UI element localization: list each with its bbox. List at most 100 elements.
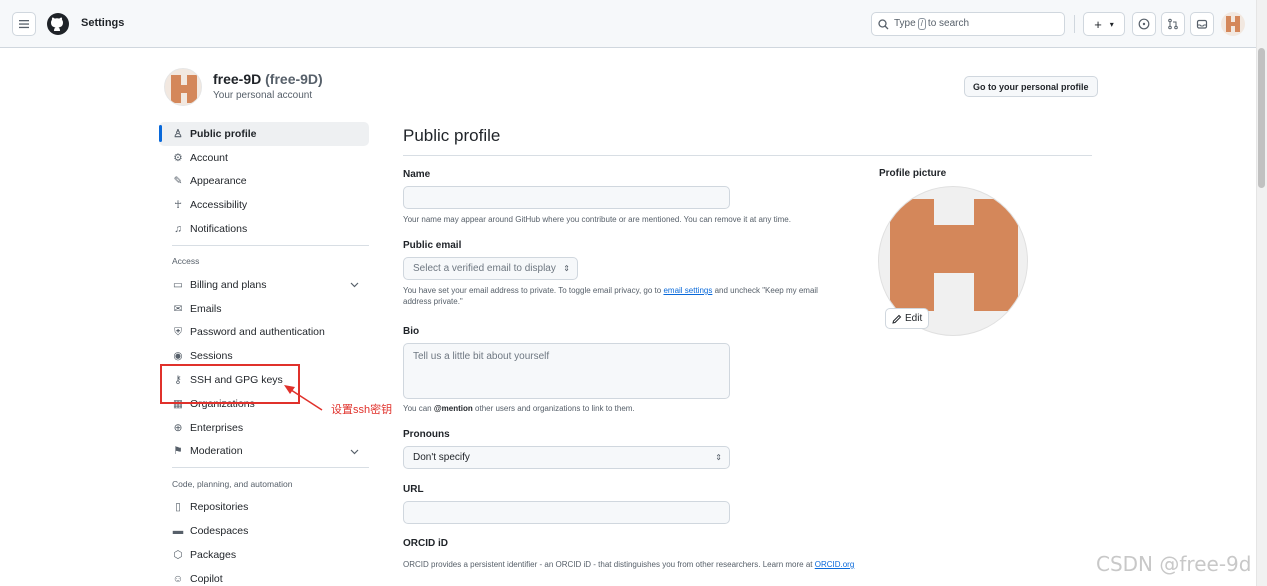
sidebar-item-label: Enterprises [190,421,244,434]
sidebar-item-password-and-authentication[interactable]: ⛨ Password and authentication [159,321,369,345]
annotation-arrow-icon [284,385,323,411]
annotation-text: 设置ssh密钥 [331,404,393,416]
email-settings-link[interactable]: email settings [663,286,712,295]
bio-note-part2: other users and organizations to link to… [475,404,635,413]
section-title: Public profile [403,126,501,145]
sidebar-item-label: Emails [190,302,222,315]
sidebar-divider [172,467,369,469]
bio-help-text: You can @mention other users and organiz… [403,403,733,414]
sidebar-item-label: Accessibility [190,199,248,212]
chevron-down-icon: ▾ [1109,19,1114,29]
select-caret-icon: ⇕ [563,264,570,273]
sidebar-item-label: Repositories [190,501,249,514]
sidebar-item-packages[interactable]: ⬡ Packages [159,543,369,567]
repo-icon: ▯ [175,501,181,514]
sidebar-item-label: Sessions [190,350,233,363]
sidebar-item-copilot[interactable]: ☺ Copilot [159,567,369,586]
create-new-button[interactable]: + ▾ [1083,12,1125,36]
sidebar-item-public-profile[interactable]: ♙ Public profile [159,122,369,146]
sidebar-divider [172,244,369,246]
page-scrollbar[interactable] [1256,0,1267,586]
codespaces-icon: ▬ [172,525,184,538]
chevron-down-icon[interactable] [350,280,359,292]
sidebar-item-label: Copilot [190,572,223,585]
pronouns-select[interactable]: Don't specify ⇕ [403,446,730,469]
package-icon: ⬡ [173,548,183,561]
user-avatar[interactable] [1221,12,1245,36]
sidebar-item-label: Public profile [190,127,257,140]
orcid-help-text: ORCID provides a persistent identifier -… [403,559,858,570]
orcid-link[interactable]: ORCID.org [815,560,855,569]
account-login: (free-9D) [265,71,323,87]
search-input[interactable]: Type / to search [871,12,1065,36]
identicon-icon [171,75,197,103]
edit-picture-label: Edit [905,313,923,324]
sidebar-item-label: Account [190,151,228,164]
gear-icon: ⚙ [173,151,183,164]
orcid-label: ORCID iD [403,538,448,549]
chevron-down-icon[interactable] [350,447,359,459]
sidebar-item-enterprises[interactable]: ⊕ Enterprises [159,416,369,440]
credit-card-icon: ▭ [173,278,183,291]
profile-picture-label: Profile picture [879,168,947,179]
sidebar-item-label: Notifications [190,223,248,236]
section-divider [403,155,1092,156]
top-header: Settings Type / to search + ▾ [0,0,1256,48]
sidebar-item-billing-and-plans[interactable]: ▭ Billing and plans [159,273,369,297]
edit-picture-button[interactable]: Edit [885,308,930,329]
issue-icon [1138,18,1150,30]
public-email-label: Public email [403,240,462,251]
go-to-profile-button[interactable]: Go to your personal profile [964,76,1098,97]
sidebar-item-label: Password and authentication [190,326,325,339]
account-subtitle: Your personal account [213,90,313,101]
scrollbar-thumb[interactable] [1258,48,1265,188]
sidebar-item-account[interactable]: ⚙ Account [159,146,369,170]
name-help-text: Your name may appear around GitHub where… [403,215,791,224]
sidebar-item-accessibility[interactable]: ☥ Accessibility [159,193,369,217]
page-title: Settings [81,17,125,29]
bio-note-part1: You can [403,404,432,413]
sidebar-item-label: Moderation [190,445,243,458]
settings-sidebar: ♙ Public profile ⚙ Account ✎ Appearance ☥ Acces… [159,122,369,586]
account-avatar [164,68,202,106]
sidebar-item-codespaces[interactable]: ▬ Codespaces [159,519,369,543]
public-email-help-text: You have set your email address to priva… [403,285,848,307]
url-input[interactable] [403,501,730,524]
pull-requests-button[interactable] [1161,12,1185,36]
name-input[interactable] [403,186,730,209]
account-display-name: free-9D [213,71,262,87]
shield-lock-icon: ⛨ [174,325,182,338]
broadcast-icon: ◉ [173,350,183,363]
sidebar-item-repositories[interactable]: ▯ Repositories [159,495,369,519]
sidebar-item-label: Codespaces [190,525,249,538]
search-icon [878,18,889,29]
bio-textarea[interactable]: Tell us a little bit about yourself [403,343,730,399]
identicon-icon [1226,16,1240,32]
pronouns-selected: Don't specify [413,452,470,463]
sidebar-item-appearance[interactable]: ✎ Appearance [159,170,369,194]
public-email-select[interactable]: Select a verified email to display ⇕ [403,257,578,280]
name-label: Name [403,169,431,180]
paintbrush-icon: ✎ [173,175,183,188]
github-logo-icon[interactable] [46,12,70,36]
sidebar-item-notifications[interactable]: ♫ Notifications [159,217,369,241]
issues-button[interactable] [1132,12,1156,36]
inbox-icon [1196,19,1208,29]
email-note-part1: You have set your email address to priva… [403,286,662,295]
sidebar-item-emails[interactable]: ✉ Emails [159,297,369,321]
sidebar-section-heading: Access [172,256,200,267]
inbox-button[interactable] [1190,12,1214,36]
watermark: CSDN @free-9d [1096,552,1252,576]
bell-icon: ♫ [174,223,182,236]
header-divider [1074,15,1075,33]
menu-button[interactable] [12,12,36,36]
bio-note-mention: @mention [433,404,473,413]
account-name: free-9D (free-9D) [213,71,323,87]
select-caret-icon: ⇕ [715,453,722,462]
pencil-icon [892,314,902,324]
url-label: URL [403,484,424,495]
sidebar-item-moderation[interactable]: ⚑ Moderation [159,440,369,464]
bio-label: Bio [403,326,420,337]
public-email-selected: Select a verified email to display [413,263,556,274]
hamburger-icon [19,20,29,29]
